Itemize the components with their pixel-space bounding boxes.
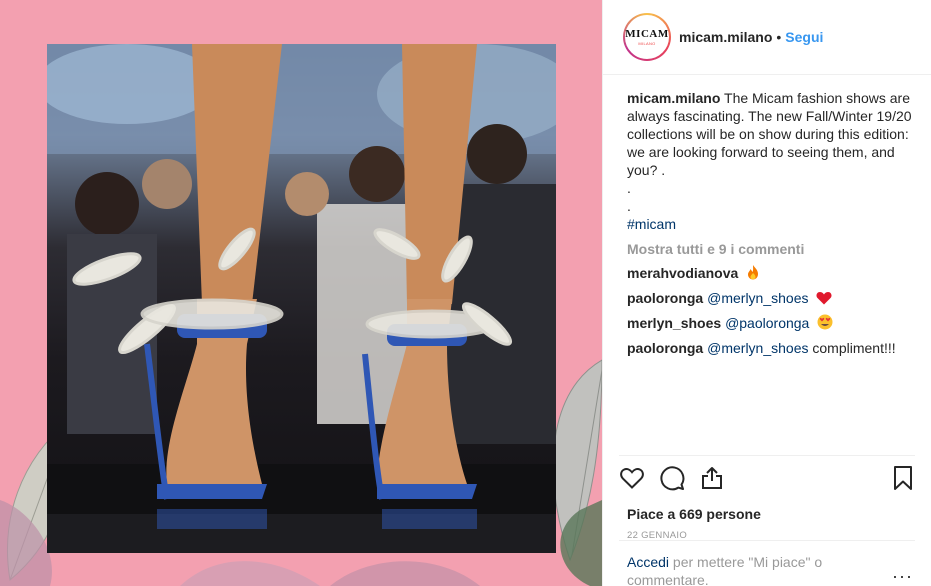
comment-username[interactable]: merlyn_shoes	[627, 315, 721, 331]
comment-mention[interactable]: @merlyn_shoes	[707, 290, 808, 306]
comment-item: merahvodianova	[627, 264, 915, 282]
hashtag-link[interactable]: #micam	[627, 215, 915, 233]
likes-count[interactable]: Piace a 669 persone	[619, 506, 915, 522]
heart-eyes-emoji-icon	[817, 314, 833, 330]
shoes-illustration	[47, 44, 556, 553]
comment-username[interactable]: merahvodianova	[627, 265, 738, 281]
avatar[interactable]: MICAM MILANO	[623, 13, 671, 61]
runway-photo	[47, 44, 556, 553]
comment-bubble-icon[interactable]	[659, 465, 685, 491]
login-prompt: Accedi per mettere "Mi piace" o commenta…	[619, 540, 915, 586]
header-separator: •	[776, 29, 782, 45]
comment-item: merlyn_shoes @paoloronga	[627, 314, 915, 332]
comment-username[interactable]: paoloronga	[627, 290, 703, 306]
comment-item: paoloronga @merlyn_shoes	[627, 289, 915, 307]
leaf-decoration-bottom-center	[180, 561, 480, 586]
comment-mention[interactable]: @paoloronga	[725, 315, 809, 331]
load-more-comments-button[interactable]: Mostra tutti e 9 i commenti	[627, 241, 915, 257]
more-options-icon[interactable]: ···	[892, 566, 913, 586]
follow-button[interactable]: Segui	[785, 29, 823, 45]
post-header: MICAM MILANO micam.milano • Segui	[603, 0, 931, 75]
red-heart-emoji-icon	[816, 292, 832, 305]
post-sidebar: MICAM MILANO micam.milano • Segui micam.…	[602, 0, 931, 586]
post-actions: Piace a 669 persone 22 GENNAIO	[619, 455, 915, 541]
login-link[interactable]: Accedi	[627, 554, 669, 570]
header-username[interactable]: micam.milano	[679, 29, 772, 45]
comment-mention[interactable]: @merlyn_shoes	[707, 340, 808, 356]
comment-item: paoloronga @merlyn_shoes compliment!!!	[627, 339, 915, 357]
avatar-logo-subtext: MILANO	[638, 41, 656, 46]
fire-emoji-icon	[748, 265, 759, 280]
instagram-post: MICAM MILANO micam.milano • Segui micam.…	[0, 0, 931, 586]
post-media[interactable]	[0, 0, 602, 586]
like-heart-icon[interactable]	[619, 465, 645, 491]
comment-username[interactable]: paoloronga	[627, 340, 703, 356]
caption-dot-line: .	[627, 180, 631, 196]
avatar-logo: MICAM MILANO	[625, 15, 669, 59]
caption-dot-line: .	[627, 198, 631, 214]
bookmark-icon[interactable]	[891, 465, 915, 491]
comment-text: compliment!!!	[812, 340, 896, 356]
comments-section: micam.milano The Micam fashion shows are…	[603, 75, 931, 455]
share-icon[interactable]	[699, 465, 725, 491]
avatar-logo-text: MICAM	[625, 28, 669, 40]
caption-username[interactable]: micam.milano	[627, 90, 720, 106]
action-buttons-row	[619, 465, 915, 491]
post-caption: micam.milano The Micam fashion shows are…	[627, 89, 915, 233]
